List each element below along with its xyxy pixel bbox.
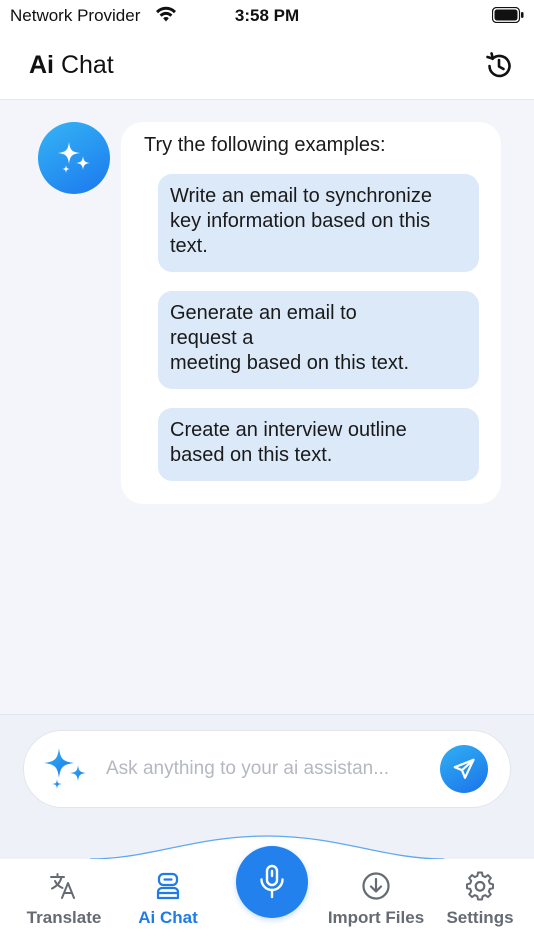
sparkle-icon bbox=[44, 748, 86, 789]
example-prompt[interactable]: Create an interview outline based on thi… bbox=[158, 408, 479, 481]
page-title-rest: Chat bbox=[54, 51, 114, 79]
example-prompt[interactable]: Write an email to synchronize key inform… bbox=[158, 174, 479, 272]
chat-input-box bbox=[23, 730, 511, 808]
send-button[interactable] bbox=[440, 745, 488, 793]
examples-intro: Try the following examples: bbox=[144, 134, 386, 156]
gear-icon bbox=[466, 871, 494, 901]
tab-settings[interactable]: Settings bbox=[440, 859, 520, 939]
translate-icon bbox=[50, 873, 75, 899]
tab-label: Import Files bbox=[327, 908, 425, 927]
assistant-message-bubble: Try the following examples: Write an ema… bbox=[121, 122, 501, 504]
tab-ai-chat[interactable]: Ai Chat bbox=[123, 859, 213, 939]
example-prompt[interactable]: Generate an email to request a meeting b… bbox=[158, 291, 479, 389]
tab-import-files[interactable]: Import Files bbox=[323, 859, 429, 939]
download-icon bbox=[362, 872, 390, 900]
page-title: Ai Chat bbox=[29, 51, 114, 80]
robot-icon bbox=[156, 872, 180, 900]
voice-input-button[interactable] bbox=[236, 846, 308, 918]
send-icon bbox=[453, 758, 475, 779]
tab-translate[interactable]: Translate bbox=[14, 859, 114, 939]
battery-icon bbox=[492, 7, 524, 23]
tab-label: Translate bbox=[26, 908, 102, 927]
page-title-bold: Ai bbox=[29, 51, 54, 79]
chat-input[interactable] bbox=[106, 753, 436, 785]
status-time: 3:58 PM bbox=[234, 6, 300, 25]
tab-label: Ai Chat bbox=[138, 908, 198, 927]
tab-label: Settings bbox=[446, 908, 514, 927]
status-bar: Network Provider 3:58 PM bbox=[0, 0, 534, 32]
history-icon[interactable] bbox=[483, 50, 515, 82]
app-header: Ai Chat bbox=[0, 32, 534, 100]
assistant-avatar bbox=[38, 122, 110, 194]
microphone-icon bbox=[260, 864, 284, 899]
sparkle-icon bbox=[58, 142, 90, 173]
